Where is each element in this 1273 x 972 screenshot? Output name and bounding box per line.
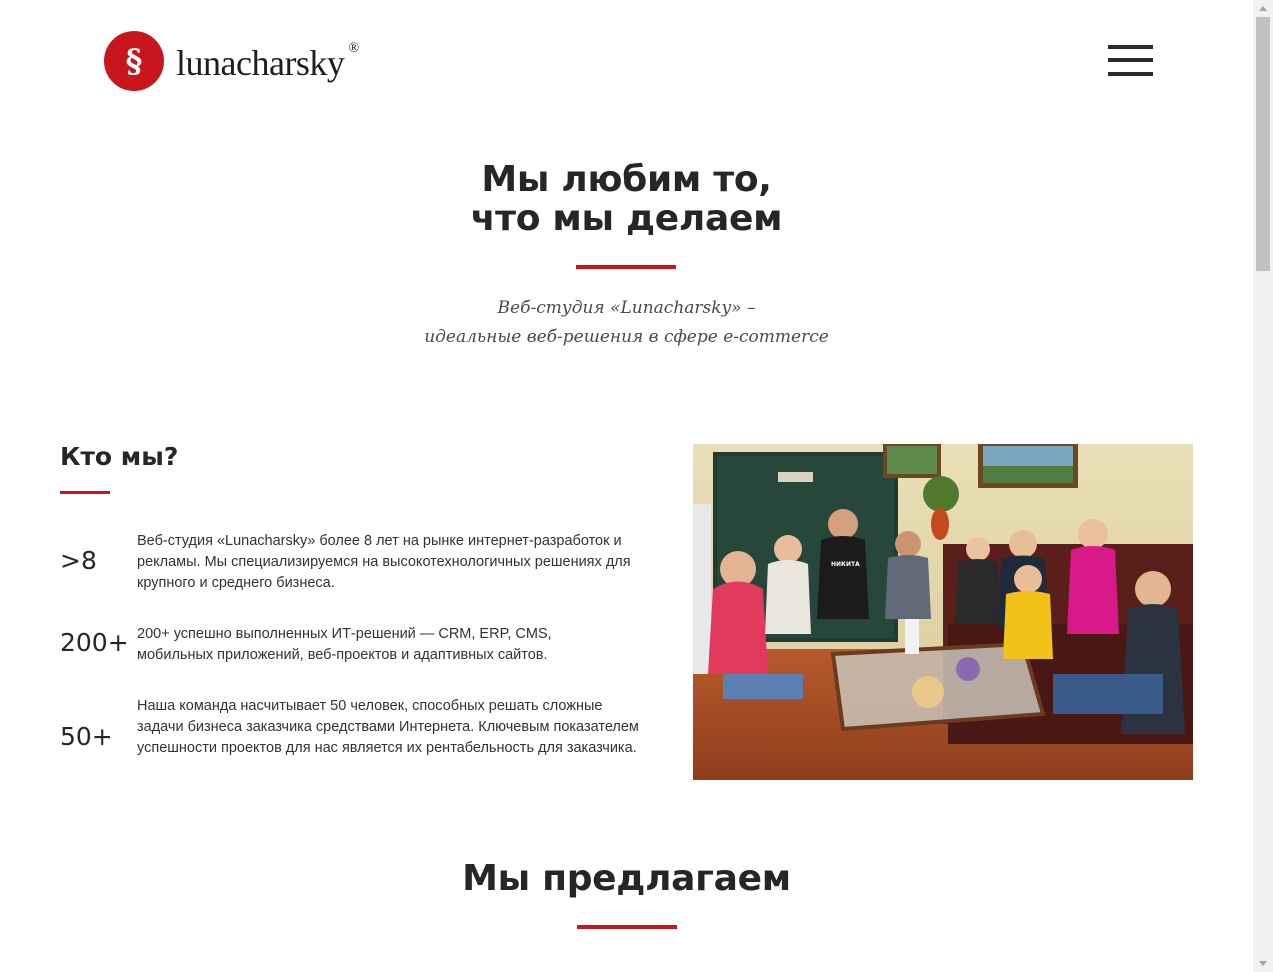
logo[interactable]: § lunacharsky ® — [104, 31, 359, 91]
stat-text: Наша команда насчитывает 50 человек, спо… — [137, 698, 639, 756]
menu-bar — [1108, 58, 1153, 62]
menu-bar — [1108, 45, 1153, 49]
hero-title-line-2: что мы делаем — [470, 198, 783, 239]
hero-subtitle: Веб-студия «Lunacharsky» – идеальные веб… — [0, 294, 1253, 352]
stat-number: >8 — [60, 546, 97, 575]
offer-divider — [577, 925, 677, 929]
page: § lunacharsky ® Мы любим то, что мы дела… — [0, 0, 1253, 972]
scroll-up-arrow-icon[interactable] — [1253, 0, 1273, 17]
stat-text: Веб-студия «Lunacharsky» более 8 лет на … — [137, 533, 631, 591]
stat-item: 200+ 200+ успешно выполненных ИТ-решений… — [60, 624, 640, 668]
stat-item: 50+ Наша команда насчитывает 50 человек,… — [60, 696, 640, 782]
hero-divider — [576, 265, 676, 269]
stat-text: 200+ успешно выполненных ИТ-решений — CR… — [137, 626, 552, 663]
logo-paragraph-icon: § — [104, 31, 164, 91]
shirt-text: НИКИТА — [831, 561, 860, 568]
hamburger-menu-icon[interactable] — [1108, 45, 1153, 77]
hero-subtitle-line-2: идеальные веб-решения в сфере e-commerce — [424, 327, 829, 347]
scrollbar-thumb[interactable] — [1256, 17, 1270, 271]
registered-mark: ® — [348, 41, 360, 56]
team-photo: НИКИТА — [693, 444, 1193, 780]
offer-title: Мы предлагаем — [462, 858, 791, 899]
about-title: Кто мы? — [60, 442, 179, 471]
stat-number: 50+ — [60, 722, 113, 751]
menu-bar — [1108, 72, 1153, 76]
stat-number: 200+ — [60, 628, 129, 657]
logo-text: lunacharsky — [176, 43, 345, 83]
about-divider — [60, 491, 110, 494]
scroll-down-arrow-icon[interactable] — [1253, 955, 1273, 972]
stat-item: >8 Веб-студия «Lunacharsky» более 8 лет … — [60, 531, 640, 597]
hero-title: Мы любим то, что мы делаем — [0, 160, 1253, 238]
vertical-scrollbar[interactable] — [1253, 0, 1273, 972]
hero-title-line-1: Мы любим то, — [481, 159, 772, 200]
hero-subtitle-line-1: Веб-студия «Lunacharsky» – — [497, 298, 756, 318]
